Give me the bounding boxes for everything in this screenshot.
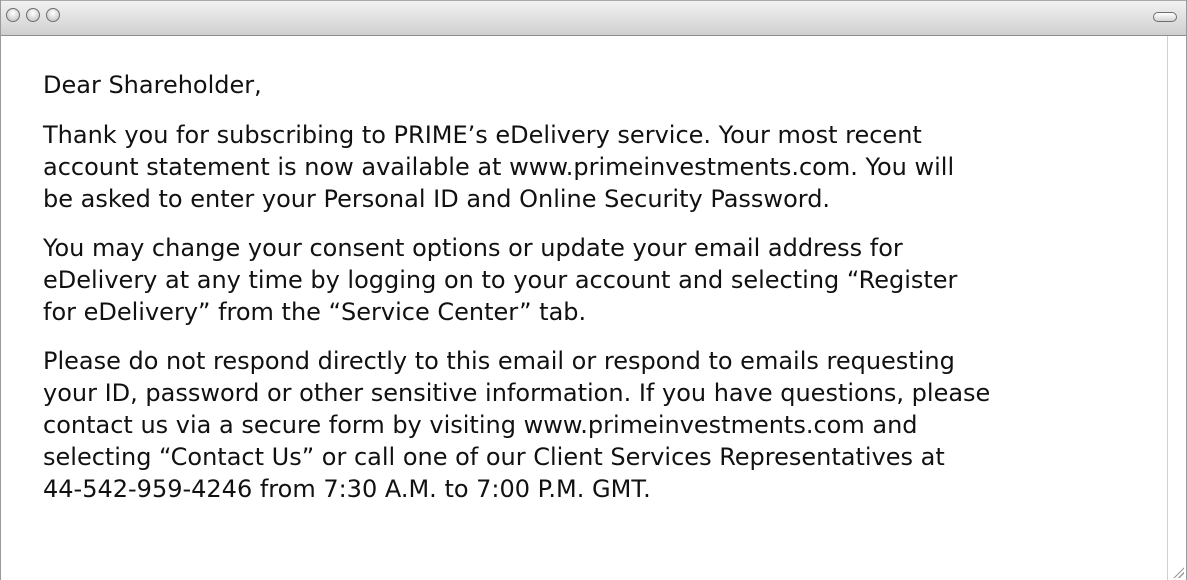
close-icon[interactable] [6,8,20,22]
zoom-icon[interactable] [46,8,60,22]
minimize-icon[interactable] [26,8,40,22]
message-body: Dear Shareholder, Thank you for subscrib… [1,36,1166,580]
paragraph-edelivery-confirmation: Thank you for subscribing to PRIME’s eDe… [43,121,955,213]
paragraph-consent-options: You may change your consent options or u… [43,234,958,326]
toolbar-toggle-icon[interactable] [1153,12,1177,22]
resize-grip-icon[interactable] [1172,566,1184,578]
window-titlebar[interactable] [1,0,1186,36]
paragraph-security-notice: Please do not respond directly to this e… [43,347,991,503]
email-window: Dear Shareholder, Thank you for subscrib… [0,0,1187,580]
greeting-text: Dear Shareholder, [43,71,262,99]
scrollbar-track[interactable] [1167,36,1186,580]
